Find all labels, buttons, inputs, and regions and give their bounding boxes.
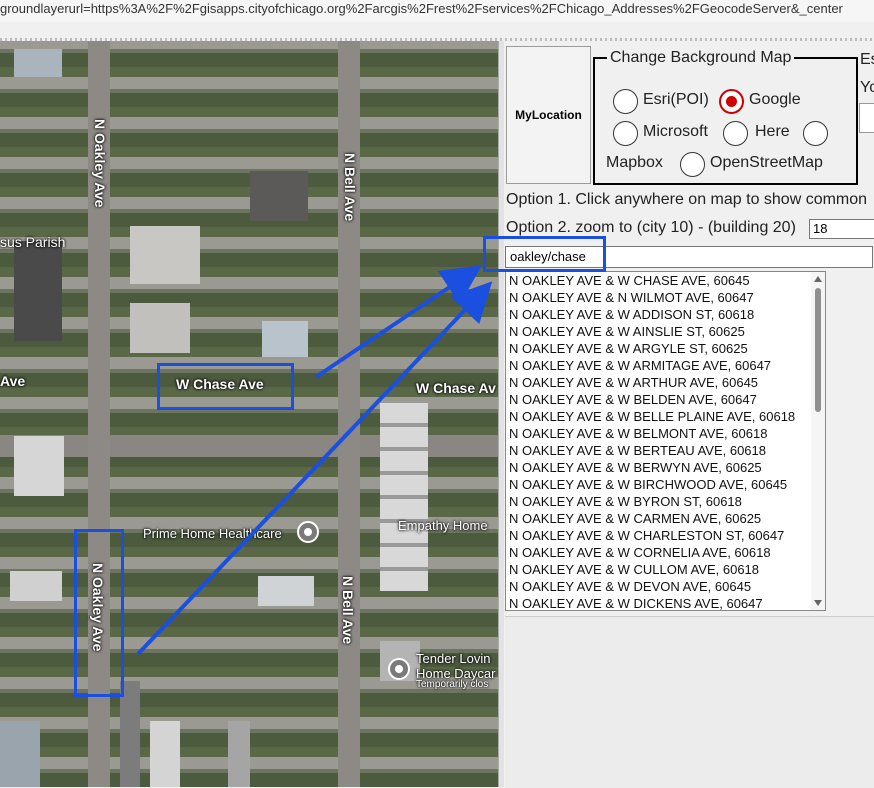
panel-empty-area [505,616,874,788]
poi-label-parish: sus Parish [0,234,66,250]
radio-label-esri: Esri(POI) [643,91,709,108]
scroll-down-icon[interactable] [814,600,822,606]
radio-label-osm: OpenStreetMap [710,154,823,171]
result-item[interactable]: N OAKLEY AVE & W CHARLESTON ST, 60647 [506,527,825,544]
radio-label-mapbox: Mapbox [606,154,663,171]
side-input[interactable] [859,103,874,133]
roof [130,303,190,353]
roof [150,721,180,787]
result-item[interactable]: N OAKLEY AVE & W BYRON ST, 60618 [506,493,825,510]
result-item[interactable]: N OAKLEY AVE & W ARGYLE ST, 60625 [506,340,825,357]
radio-esri[interactable] [613,89,638,114]
roof [380,401,428,591]
roof [14,241,62,341]
poi-label-tender: Tender Lovin [416,651,491,666]
scroll-thumb[interactable] [815,288,821,412]
result-item[interactable]: N OAKLEY AVE & W BELMONT AVE, 60618 [506,425,825,442]
radio-osm[interactable] [680,152,705,177]
result-item[interactable]: N OAKLEY AVE & W CHASE AVE, 60645 [506,272,825,289]
background-map-legend: Change Background Map [610,49,792,66]
radio-label-here: Here [755,123,790,140]
mylocation-button[interactable]: MyLocation [506,46,591,184]
listbox-scrollbar[interactable] [811,272,825,610]
result-item[interactable]: N OAKLEY AVE & W CARMEN AVE, 60625 [506,510,825,527]
result-item[interactable]: N OAKLEY AVE & W BIRCHWOOD AVE, 60645 [506,476,825,493]
roof [250,171,308,221]
result-item[interactable]: N OAKLEY AVE & W ARTHUR AVE, 60645 [506,374,825,391]
street-label-ave: Ave [0,373,26,389]
location-pin-icon[interactable] [388,658,410,680]
roof [228,721,250,787]
roof [14,49,62,77]
street-label-bell-south: N Bell Ave [340,576,356,645]
poi-label-tender-status: Temporarily clos [416,679,489,690]
radio-label-microsoft: Microsoft [643,123,708,140]
result-item[interactable]: N OAKLEY AVE & W ADDISON ST, 60618 [506,306,825,323]
scroll-up-icon[interactable] [814,276,822,282]
highlight-box-oakley [74,529,124,697]
roof [10,571,62,601]
url-text: groundlayerurl=https%3A%2F%2Fgisapps.cit… [0,1,843,16]
street-label-chase-east: W Chase Av [416,380,496,396]
result-item[interactable]: N OAKLEY AVE & W BELDEN AVE, 60647 [506,391,825,408]
results-listbox[interactable]: N OAKLEY AVE & W CHASE AVE, 60645 N OAKLE… [505,271,826,611]
radio-microsoft[interactable] [613,121,638,146]
poi-label-empathy: Empathy Home [398,518,488,533]
result-item[interactable]: N OAKLEY AVE & W BERWYN AVE, 60625 [506,459,825,476]
location-pin-icon[interactable] [297,521,319,543]
result-item[interactable]: N OAKLEY AVE & W BERTEAU AVE, 60618 [506,442,825,459]
highlight-box-chase [157,363,294,410]
option2-text: Option 2. zoom to (city 10) - (building … [506,219,796,236]
result-item[interactable]: N OAKLEY AVE & W DEVON AVE, 60645 [506,578,825,595]
result-item[interactable]: N OAKLEY AVE & W DICKENS AVE, 60647 [506,595,825,610]
result-item[interactable]: N OAKLEY AVE & W ARMITAGE AVE, 60647 [506,357,825,374]
result-item[interactable]: N OAKLEY AVE & W CULLOM AVE, 60618 [506,561,825,578]
street-label-bell-north: N Bell Ave [342,153,358,222]
result-item[interactable]: N OAKLEY AVE & W BELLE PLAINE AVE, 60618 [506,408,825,425]
roof [258,576,314,606]
radio-google[interactable] [719,89,744,114]
map-view[interactable]: N Oakley Ave N Oakley Ave N Bell Ave N B… [0,41,498,787]
roof [0,721,40,787]
highlight-box-search [483,236,606,272]
control-panel: MyLocation Change Background Map Esri(PO… [483,41,874,788]
es-label: Es [860,51,874,68]
yo-label: Yo [860,79,874,96]
results-list: N OAKLEY AVE & W CHASE AVE, 60645 N OAKLE… [506,272,825,610]
url-bar[interactable]: groundlayerurl=https%3A%2F%2Fgisapps.cit… [0,0,874,22]
radio-mapbox[interactable] [803,121,828,146]
poi-label-prime: Prime Home Healthcare [143,526,282,541]
roof [262,321,308,357]
result-item[interactable]: N OAKLEY AVE & W AINSLIE ST, 60625 [506,323,825,340]
roof [14,436,64,496]
radio-label-google: Google [749,91,801,108]
radio-here[interactable] [723,121,748,146]
zoom-level-input[interactable]: 18 [809,219,874,239]
street-label-oakley-north: N Oakley Ave [92,119,108,208]
option1-text: Option 1. Click anywhere on map to show … [506,191,868,208]
result-item[interactable]: N OAKLEY AVE & N WILMOT AVE, 60647 [506,289,825,306]
result-item[interactable]: N OAKLEY AVE & W CORNELIA AVE, 60618 [506,544,825,561]
roof [130,226,200,284]
background-map-group: Change Background Map Esri(POI) Google M… [593,49,858,185]
